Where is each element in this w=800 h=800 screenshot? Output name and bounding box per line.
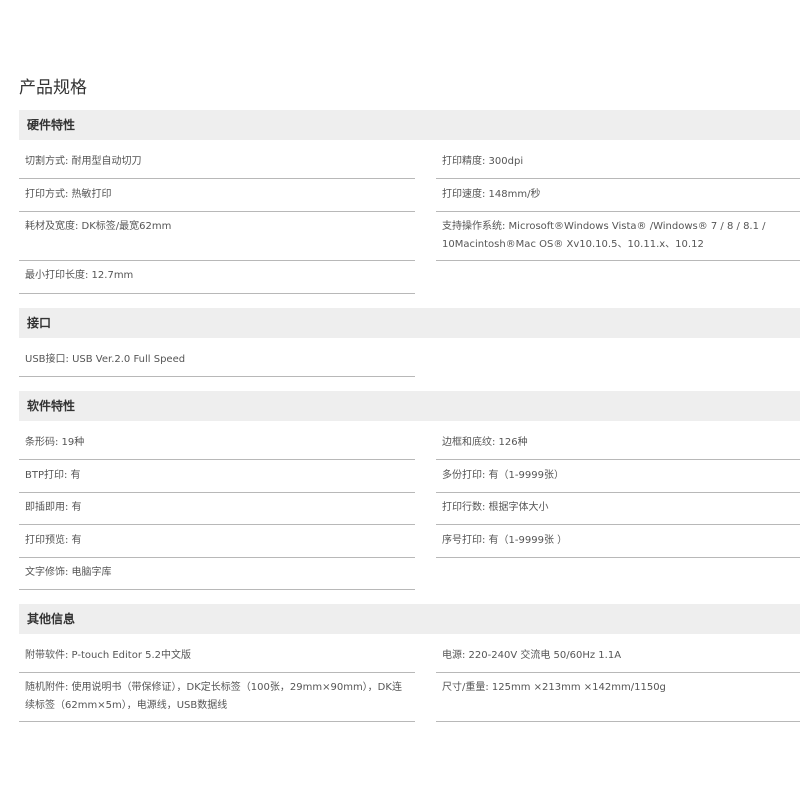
spec-text-decoration-text: 文字修饰: 电脑字库 [25,567,112,578]
spec-bundled-software: 附带软件: P-touch Editor 5.2中文版 [19,647,415,673]
spec-print-resolution-text: 打印精度: 300dpi [442,156,524,167]
spec-plug-and-print: 即插即用: 有 [19,499,415,525]
spec-text-decoration: 文字修饰: 电脑字库 [19,564,415,590]
spec-barcode-text: 条形码: 19种 [25,437,85,448]
section-header-interface: 接口 [19,308,800,338]
spec-numbering-text: 序号打印: 有（1-9999张 ） [442,535,568,546]
spec-power-text: 电源: 220-240V 交流电 50/60Hz 1.1A [442,650,622,661]
spec-power: 电源: 220-240V 交流电 50/60Hz 1.1A [436,647,800,673]
spec-frames-text: 边框和底纹: 126种 [442,437,528,448]
spec-dimensions: 尺寸/重量: 125mm ×213mm ×142mm/1150g [436,679,800,722]
spec-dimensions-text: 尺寸/重量: 125mm ×213mm ×142mm/1150g [442,682,666,693]
spec-bundled-software-text: 附带软件: P-touch Editor 5.2中文版 [25,650,192,661]
spec-media-width-text: 耗材及宽度: DK标签/最宽62mm [25,221,172,232]
spec-multi-copy: 多份打印: 有（1-9999张） [436,467,800,493]
spec-cut-mode: 切割方式: 耐用型自动切刀 [19,153,415,179]
spec-barcode: 条形码: 19种 [19,434,415,460]
spec-usb-text: USB接口: USB Ver.2.0 Full Speed [25,354,186,365]
spec-os-support: 支持操作系统: Microsoft®Windows Vista® /Window… [436,218,800,261]
spec-numbering: 序号打印: 有（1-9999张 ） [436,532,800,558]
page-title: 产品规格 [19,78,87,98]
section-header-hardware: 硬件特性 [19,110,800,140]
spec-frames: 边框和底纹: 126种 [436,434,800,460]
spec-btp: BTP打印: 有 [19,467,415,493]
spec-accessories: 随机附件: 使用说明书（带保修证），DK定长标签（100张，29mm×90mm）… [19,679,415,722]
spec-min-length-text: 最小打印长度: 12.7mm [25,270,134,281]
spec-plug-and-print-text: 即插即用: 有 [25,502,82,513]
spec-print-method: 打印方式: 热敏打印 [19,186,415,212]
spec-os-support-text: 支持操作系统: Microsoft®Windows Vista® /Window… [442,221,766,250]
spec-cut-mode-text: 切割方式: 耐用型自动切刀 [25,156,142,167]
spec-print-lines-text: 打印行数: 根据字体大小 [442,502,549,513]
spec-print-speed-text: 打印速度: 148mm/秒 [442,189,541,200]
spec-accessories-text: 随机附件: 使用说明书（带保修证），DK定长标签（100张，29mm×90mm）… [25,682,402,711]
spec-min-length: 最小打印长度: 12.7mm [19,267,415,294]
spec-preview-text: 打印预览: 有 [25,535,82,546]
spec-btp-text: BTP打印: 有 [25,470,81,481]
section-header-other: 其他信息 [19,604,800,634]
spec-media-width: 耗材及宽度: DK标签/最宽62mm [19,218,415,261]
spec-print-speed: 打印速度: 148mm/秒 [436,186,800,212]
spec-preview: 打印预览: 有 [19,532,415,558]
spec-usb: USB接口: USB Ver.2.0 Full Speed [19,351,415,377]
spec-multi-copy-text: 多份打印: 有（1-9999张） [442,470,564,481]
spec-print-method-text: 打印方式: 热敏打印 [25,189,112,200]
spec-print-resolution: 打印精度: 300dpi [436,153,800,179]
spec-print-lines: 打印行数: 根据字体大小 [436,499,800,525]
section-header-software: 软件特性 [19,391,800,421]
